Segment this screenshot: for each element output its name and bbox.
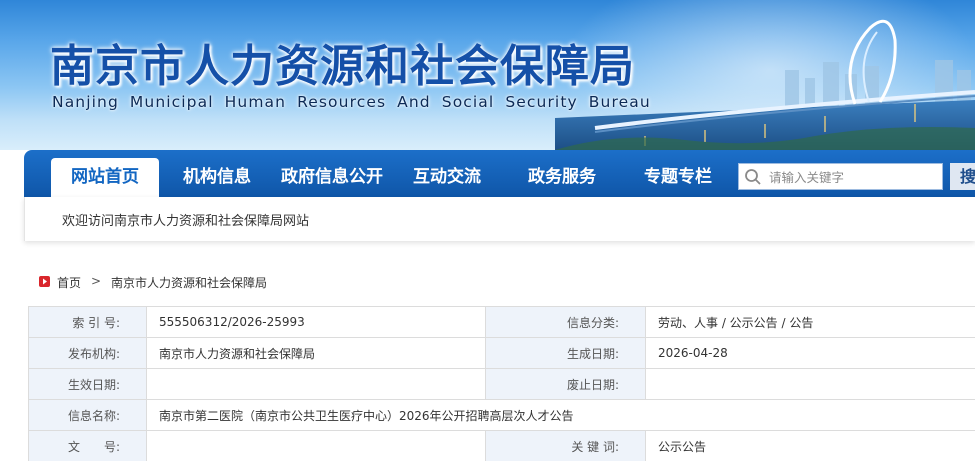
created-date-label: 生成日期: [485,337,646,369]
table-row: 生效日期: 废止日期: [28,368,975,400]
search-box [738,163,943,190]
table-row: 索 引 号: 555506312/2026-25993 信息分类: 劳动、人事 … [28,306,975,338]
breadcrumb-separator: > [91,274,102,288]
repeal-date-value [645,368,975,400]
breadcrumb-current-link[interactable]: 南京市人力资源和社会保障局 [111,274,267,291]
created-date-value: 2026-04-28 [645,337,975,369]
nav-item-special-topics[interactable]: 专题专栏 [644,158,712,197]
nav-item-gov-services[interactable]: 政务服务 [528,158,596,197]
info-name-label: 信息名称: [28,399,147,431]
repeal-date-label: 废止日期: [485,368,646,400]
effective-date-value [146,368,486,400]
search-icon [745,169,761,185]
table-row: 发布机构: 南京市人力资源和社会保障局 生成日期: 2026-04-28 [28,337,975,369]
main-nav: 网站首页 机构信息 政府信息公开 互动交流 政务服务 专题专栏 搜 [24,150,975,197]
table-row: 文 号: 关 键 词: 公示公告 [28,430,975,461]
nav-item-org-info[interactable]: 机构信息 [183,158,251,197]
header-banner: 南京市人力资源和社会保障局 Nanjing Municipal Human Re… [0,0,975,150]
site-title-cn: 南京市人力资源和社会保障局 [50,41,635,92]
nav-item-interaction[interactable]: 互动交流 [413,158,481,197]
doc-no-label: 文 号: [28,430,147,461]
nav-item-home[interactable]: 网站首页 [51,158,159,197]
publisher-label: 发布机构: [28,337,147,369]
nav-item-gov-info-disclosure[interactable]: 政府信息公开 [281,158,383,197]
search-button[interactable]: 搜 [950,163,975,190]
doc-no-value [146,430,486,461]
home-icon [39,276,50,287]
site-title-en: Nanjing Municipal Human Resources And So… [52,93,651,111]
keywords-label: 关 键 词: [485,430,646,461]
welcome-text: 欢迎访问南京市人力资源和社会保障局网站 [62,214,310,229]
breadcrumb-home-link[interactable]: 首页 [57,274,81,291]
category-label: 信息分类: [485,306,646,338]
table-row: 信息名称: 南京市第二医院（南京市公共卫生医疗中心）2026年公开招聘高层次人才… [28,399,975,431]
search-input[interactable] [769,167,939,187]
welcome-bar: 欢迎访问南京市人力资源和社会保障局网站 [24,197,975,241]
index-no-value: 555506312/2026-25993 [146,306,486,338]
category-value: 劳动、人事 / 公示公告 / 公告 [645,306,975,338]
effective-date-label: 生效日期: [28,368,147,400]
keywords-value: 公示公告 [645,430,975,461]
info-name-value: 南京市第二医院（南京市公共卫生医疗中心）2026年公开招聘高层次人才公告 [146,399,975,431]
index-no-label: 索 引 号: [28,306,147,338]
publisher-value: 南京市人力资源和社会保障局 [146,337,486,369]
info-metadata-table: 索 引 号: 555506312/2026-25993 信息分类: 劳动、人事 … [28,306,975,461]
